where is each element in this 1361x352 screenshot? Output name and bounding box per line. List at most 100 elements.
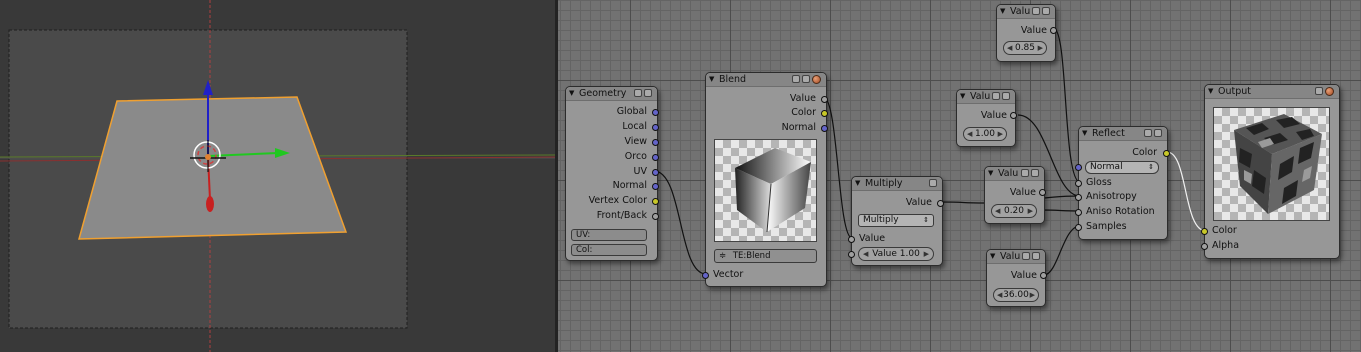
socket-value-out[interactable] — [1040, 272, 1047, 279]
dropdown-chevron-icon: ⇕ — [1148, 163, 1154, 171]
socket-aniso-rotation[interactable] — [1075, 209, 1082, 216]
increment-arrow-icon[interactable]: ▶ — [998, 128, 1003, 140]
socket-value-in1[interactable] — [848, 236, 855, 243]
preview-toggle-icon[interactable] — [1144, 129, 1152, 137]
output-node[interactable]: ▼ Output Color Alpha — [1201, 84, 1340, 259]
value-number: Value 1.00 — [872, 249, 920, 259]
hide-sockets-icon[interactable] — [1042, 7, 1050, 15]
hide-sockets-icon[interactable] — [929, 179, 937, 187]
node-header[interactable]: ▼ Reflect — [1079, 127, 1167, 141]
node-header[interactable]: ▼ Valu — [987, 250, 1045, 264]
viewport-canvas[interactable] — [0, 0, 555, 352]
value-node[interactable]: ▼ Valu Value ◀ 0.85 ▶ — [996, 4, 1057, 62]
increment-arrow-icon[interactable]: ▶ — [1028, 205, 1033, 217]
output-value: Value — [1009, 187, 1036, 198]
math-multiply-node[interactable]: ▼ Multiply Value Multiply ⇕ Value ◀ Valu… — [848, 176, 944, 266]
socket-anisotropy[interactable] — [1075, 194, 1082, 201]
socket-normal[interactable] — [821, 125, 828, 132]
socket-gloss[interactable] — [1075, 180, 1082, 187]
collapse-arrow-icon[interactable]: ▼ — [990, 250, 995, 263]
preview-toggle-icon[interactable] — [792, 75, 800, 83]
socket-front-back[interactable] — [652, 213, 659, 220]
collapse-arrow-icon[interactable]: ▼ — [988, 167, 993, 180]
socket-view[interactable] — [652, 139, 659, 146]
node-title: Blend — [719, 74, 747, 85]
collapse-arrow-icon[interactable]: ▼ — [1208, 85, 1213, 98]
hide-sockets-icon[interactable] — [1031, 169, 1039, 177]
socket-value-in2[interactable] — [848, 251, 855, 258]
preview-toggle-icon[interactable] — [992, 92, 1000, 100]
socket-vertex-color[interactable] — [652, 198, 659, 205]
socket-global[interactable] — [652, 109, 659, 116]
node-header[interactable]: ▼ Valu — [985, 167, 1044, 181]
reflect-node[interactable]: ▼ Reflect Color Normal ⇕ Gloss Anisotrop… — [1075, 126, 1170, 240]
socket-value-out[interactable] — [1050, 27, 1057, 34]
socket-normal[interactable] — [652, 183, 659, 190]
socket-color-in[interactable] — [1201, 228, 1208, 235]
input-aniso-rotation: Aniso Rotation — [1086, 206, 1155, 217]
preview-toggle-icon[interactable] — [1022, 252, 1030, 260]
output-normal: Normal — [781, 122, 816, 133]
collapse-arrow-icon[interactable]: ▼ — [960, 90, 965, 103]
value-node[interactable]: ▼ Valu Value ◀ 0.20 ▶ — [984, 166, 1046, 224]
node-header[interactable]: ▼ Output — [1205, 85, 1339, 99]
hide-sockets-icon[interactable] — [1154, 129, 1162, 137]
collapse-arrow-icon[interactable]: ▼ — [1082, 127, 1087, 140]
texture-blend-node[interactable]: ▼ Blend Value Color Normal ≑ TE:Blend Ve… — [702, 72, 828, 287]
socket-value[interactable] — [821, 96, 828, 103]
collapse-arrow-icon[interactable]: ▼ — [709, 73, 714, 86]
geometry-node[interactable]: ▼ Geometry Global Local View Orco UV Nor… — [565, 86, 659, 261]
socket-local[interactable] — [652, 124, 659, 131]
hide-sockets-icon[interactable] — [644, 89, 652, 97]
socket-orco[interactable] — [652, 154, 659, 161]
hide-sockets-icon[interactable] — [802, 75, 810, 83]
texture-selector[interactable]: ≑ TE:Blend — [714, 249, 817, 263]
socket-color-out[interactable] — [1163, 150, 1170, 157]
3d-viewport[interactable] — [0, 0, 555, 352]
socket-alpha-in[interactable] — [1201, 243, 1208, 250]
value-node[interactable]: ▼ Valu Value ◀ 36.00 ▶ — [986, 249, 1047, 307]
collapse-arrow-icon[interactable]: ▼ — [1000, 5, 1005, 18]
operation-value: Multiply — [863, 215, 899, 225]
hide-sockets-icon[interactable] — [1315, 87, 1323, 95]
node-header[interactable]: ▼ Geometry — [566, 87, 657, 101]
value-input-field[interactable]: ◀ 0.20 ▶ — [991, 204, 1037, 218]
material-preview-icon[interactable] — [1325, 87, 1334, 96]
socket-color[interactable] — [821, 110, 828, 117]
socket-value-out[interactable] — [1039, 189, 1046, 196]
value-input-field[interactable]: ◀ 0.85 ▶ — [1003, 41, 1047, 55]
value-input-field[interactable]: ◀ 36.00 ▶ — [993, 288, 1039, 302]
hide-sockets-icon[interactable] — [1002, 92, 1010, 100]
increment-arrow-icon[interactable]: ▶ — [924, 248, 929, 260]
normal-input-field[interactable]: Normal ⇕ — [1085, 161, 1159, 174]
value-node[interactable]: ▼ Valu Value ◀ 1.00 ▶ — [956, 89, 1017, 147]
node-header[interactable]: ▼ Valu — [997, 5, 1055, 19]
node-header[interactable]: ▼ Valu — [957, 90, 1015, 104]
material-preview-icon[interactable] — [812, 75, 821, 84]
collapse-arrow-icon[interactable]: ▼ — [855, 177, 860, 190]
socket-value-out[interactable] — [937, 200, 944, 207]
socket-value-out[interactable] — [1010, 112, 1017, 119]
node-header[interactable]: ▼ Blend — [706, 73, 826, 87]
input-anisotropy: Anisotropy — [1086, 191, 1137, 202]
node-header[interactable]: ▼ Multiply — [852, 177, 942, 191]
preview-toggle-icon[interactable] — [634, 89, 642, 97]
uv-layer-field[interactable]: UV: — [571, 229, 647, 241]
socket-normal-in[interactable] — [1075, 164, 1082, 171]
preview-toggle-icon[interactable] — [1032, 7, 1040, 15]
socket-samples[interactable] — [1075, 224, 1082, 231]
socket-uv[interactable] — [652, 169, 659, 176]
link-uv-vector — [653, 170, 707, 275]
x-arrow-icon[interactable] — [206, 196, 214, 212]
preview-toggle-icon[interactable] — [1021, 169, 1029, 177]
color-layer-field[interactable]: Col: — [571, 244, 647, 256]
increment-arrow-icon[interactable]: ▶ — [1030, 289, 1035, 301]
increment-arrow-icon[interactable]: ▶ — [1038, 42, 1043, 54]
value-input-field[interactable]: ◀ Value 1.00 ▶ — [858, 247, 934, 261]
socket-vector[interactable] — [702, 272, 709, 279]
collapse-arrow-icon[interactable]: ▼ — [569, 87, 574, 100]
operation-dropdown[interactable]: Multiply ⇕ — [858, 214, 934, 227]
value-input-field[interactable]: ◀ 1.00 ▶ — [963, 127, 1007, 141]
node-editor[interactable]: ▼ Geometry Global Local View Orco UV Nor… — [558, 0, 1361, 352]
hide-sockets-icon[interactable] — [1032, 252, 1040, 260]
